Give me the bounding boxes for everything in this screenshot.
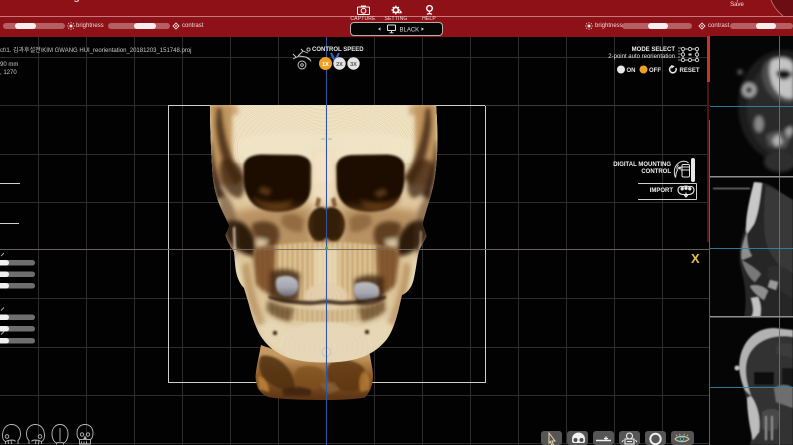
svg-text:2X: 2X <box>336 62 343 68</box>
svg-text:OFF: OFF <box>649 68 661 74</box>
svg-text:1X: 1X <box>322 62 329 68</box>
svg-text:BLACK: BLACK <box>399 28 419 34</box>
svg-text:3X: 3X <box>350 62 357 68</box>
svg-text:RESET: RESET <box>680 68 700 74</box>
svg-text:ON: ON <box>627 68 636 74</box>
